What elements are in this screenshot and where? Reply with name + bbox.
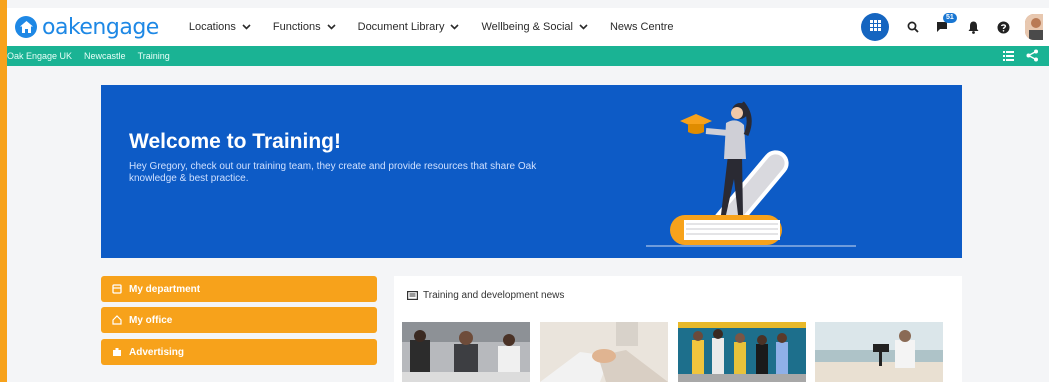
nav-document-library[interactable]: Document Library <box>358 21 460 33</box>
nav-functions[interactable]: Functions <box>273 21 336 33</box>
training-news-card: Training and development news <box>394 276 962 382</box>
my-office-button[interactable]: My office <box>101 307 377 333</box>
button-label: Advertising <box>129 346 185 358</box>
news-header: Training and development news <box>407 290 564 301</box>
hero-title: Welcome to Training! <box>129 130 341 153</box>
my-department-button[interactable]: My department <box>101 276 377 302</box>
nav-label: Functions <box>272 21 321 33</box>
button-label: My department <box>129 283 201 295</box>
nav-wellbeing-social[interactable]: Wellbeing & Social <box>481 21 588 33</box>
oakengage-logo[interactable]: oakengage <box>15 15 159 40</box>
top-navbar: oakengage Locations Functions Document L… <box>7 8 1049 46</box>
help-icon[interactable] <box>995 19 1011 35</box>
advertising-button[interactable]: Advertising <box>101 339 377 365</box>
search-icon[interactable] <box>905 19 921 35</box>
logo-text: oakengage <box>42 14 159 40</box>
user-avatar[interactable] <box>1025 14 1043 40</box>
breadcrumb-item[interactable]: Training <box>138 51 170 61</box>
page: oakengage Locations Functions Document L… <box>7 0 1049 382</box>
list-view-icon[interactable] <box>1003 50 1014 61</box>
news-title: Training and development news <box>423 290 565 301</box>
share-icon[interactable] <box>1026 49 1039 62</box>
button-label: My office <box>129 314 173 326</box>
news-thumbnail[interactable] <box>678 322 806 382</box>
hero-banner: Welcome to Training! Hey Gregory, check … <box>101 85 962 258</box>
chat-icon[interactable]: 51 <box>935 13 957 35</box>
hero-subtitle: Hey Gregory, check out our training team… <box>129 161 537 184</box>
nav-news-centre[interactable]: News Centre <box>610 21 674 33</box>
nav-label: Locations <box>188 21 236 33</box>
nav-label: News Centre <box>609 21 674 33</box>
news-thumbnail[interactable] <box>402 322 530 382</box>
top-right-actions: 51 <box>861 8 1043 46</box>
notification-count-badge: 51 <box>943 13 957 23</box>
graduate-illustration <box>646 93 866 258</box>
chevron-down-icon <box>242 24 251 30</box>
bell-icon[interactable] <box>965 19 981 35</box>
breadcrumb-item[interactable]: Newcastle <box>84 51 126 61</box>
advertising-icon <box>112 347 122 357</box>
nav-label: Wellbeing & Social <box>481 21 573 33</box>
nav-label: Document Library <box>357 21 445 33</box>
chevron-down-icon <box>450 24 460 30</box>
breadcrumb-actions <box>991 49 1039 62</box>
breadcrumb: Oak Engage UK Newcastle Training <box>7 46 1049 66</box>
newspaper-icon <box>407 291 418 300</box>
home-icon <box>112 315 122 325</box>
apps-grid-button[interactable] <box>861 13 889 41</box>
chevron-down-icon <box>579 24 588 30</box>
news-thumbnail[interactable] <box>540 322 668 382</box>
chevron-down-icon <box>327 24 336 30</box>
department-icon <box>112 284 122 294</box>
breadcrumb-item[interactable]: Oak Engage UK <box>7 51 72 61</box>
news-thumbnail[interactable] <box>815 322 943 382</box>
nav-locations[interactable]: Locations <box>189 21 251 33</box>
main-nav: Locations Functions Document Library Wel… <box>189 21 696 33</box>
home-icon <box>15 16 37 38</box>
apps-grid-icon <box>869 18 881 36</box>
